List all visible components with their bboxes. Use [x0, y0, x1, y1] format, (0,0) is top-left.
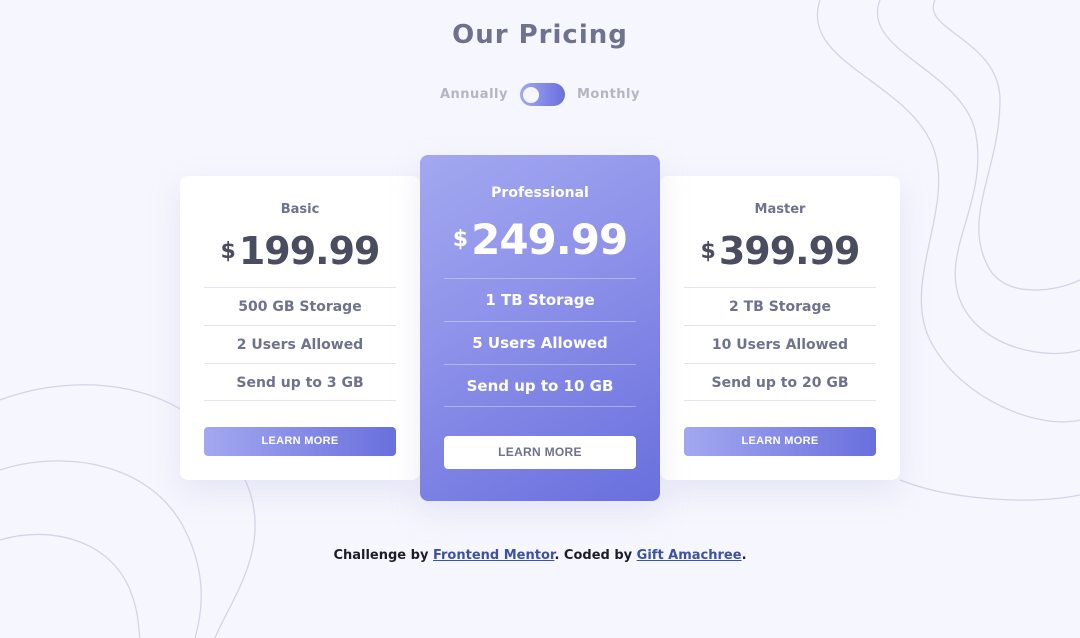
feature-item: 10 Users Allowed — [684, 325, 876, 363]
price-amount: 399.99 — [718, 229, 861, 273]
plan-name: Basic — [280, 202, 320, 217]
feature-item: 2 TB Storage — [684, 287, 876, 325]
feature-item: Send up to 10 GB — [444, 364, 636, 407]
feature-list: 500 GB Storage 2 Users Allowed Send up t… — [204, 287, 396, 401]
feature-item: 5 Users Allowed — [444, 321, 636, 364]
toggle-label-annually: Annually — [439, 87, 508, 102]
toggle-label-monthly: Monthly — [576, 87, 640, 102]
billing-period-toggle[interactable] — [519, 83, 565, 106]
attribution-prefix: Challenge by — [333, 548, 433, 563]
price-amount: 199.99 — [238, 229, 381, 273]
toggle-knob — [522, 86, 539, 103]
feature-list: 1 TB Storage 5 Users Allowed Send up to … — [444, 278, 636, 407]
feature-item: 1 TB Storage — [444, 278, 636, 321]
currency-symbol: $ — [220, 238, 236, 264]
plan-price: $ 399.99 — [660, 229, 900, 273]
feature-item: 500 GB Storage — [204, 287, 396, 325]
pricing-card-professional: Professional $ 249.99 1 TB Storage 5 Use… — [420, 155, 660, 501]
pricing-card-master: Master $ 399.99 2 TB Storage 10 Users Al… — [660, 176, 900, 480]
learn-more-button-basic[interactable]: LEARN MORE — [204, 427, 396, 456]
plan-price: $ 199.99 — [180, 229, 420, 273]
learn-more-button-master[interactable]: LEARN MORE — [684, 427, 876, 456]
plan-name: Professional — [491, 185, 589, 201]
currency-symbol: $ — [700, 238, 716, 264]
author-link[interactable]: Gift Amachree — [637, 548, 742, 563]
feature-item: Send up to 3 GB — [204, 363, 396, 401]
plan-price: $ 249.99 — [420, 215, 660, 264]
attribution-middle: . Coded by — [554, 548, 637, 563]
pricing-card-basic: Basic $ 199.99 500 GB Storage 2 Users Al… — [180, 176, 420, 480]
learn-more-button-professional[interactable]: LEARN MORE — [444, 436, 636, 469]
frontend-mentor-link[interactable]: Frontend Mentor — [433, 548, 554, 563]
feature-item: Send up to 20 GB — [684, 363, 876, 401]
billing-toggle-group: Annually Monthly — [0, 83, 1080, 106]
page-title: Our Pricing — [452, 20, 628, 50]
attribution: Challenge by Frontend Mentor. Coded by G… — [0, 548, 1080, 563]
plan-name: Master — [754, 202, 806, 217]
attribution-suffix: . — [741, 548, 747, 563]
currency-symbol: $ — [452, 227, 469, 252]
feature-item: 2 Users Allowed — [204, 325, 396, 363]
price-amount: 249.99 — [471, 215, 628, 264]
feature-list: 2 TB Storage 10 Users Allowed Send up to… — [684, 287, 876, 401]
